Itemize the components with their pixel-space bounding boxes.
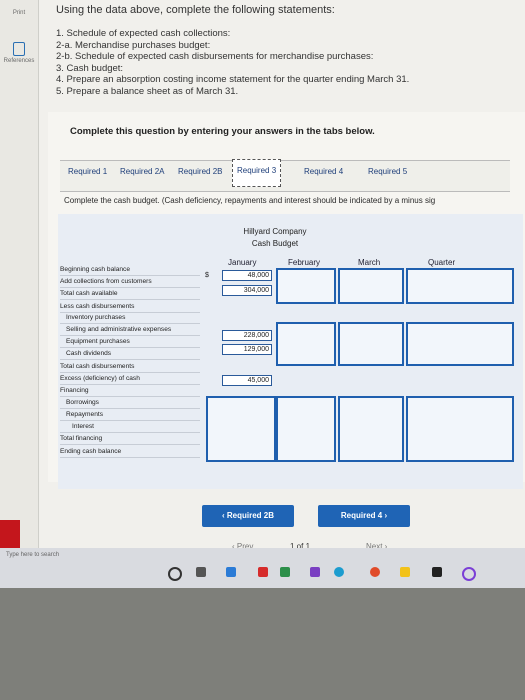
feb-disbursement-cells[interactable] — [276, 322, 336, 366]
tab-bar: Required 1 Required 2A Required 2B Requi… — [60, 159, 510, 192]
app-icon[interactable] — [310, 567, 320, 577]
jan-dividends-cell[interactable]: 45,000 — [222, 375, 272, 386]
row-label: Total cash disbursements — [60, 362, 200, 373]
list-item: 5. Prepare a balance sheet as of March 3… — [56, 85, 239, 97]
references-button[interactable]: References — [0, 42, 38, 64]
taskbar-search[interactable]: Type here to search — [0, 548, 160, 568]
row-label: Beginning cash balance — [60, 265, 200, 276]
row-label: Excess (deficiency) of cash — [60, 374, 200, 385]
tab-required-4[interactable]: Required 4 — [304, 167, 343, 176]
jan-collections-cell[interactable]: 304,000 — [222, 285, 272, 296]
list-item: 3. Cash budget: — [56, 62, 124, 74]
instruction-text: Complete the cash budget. (Cash deficien… — [64, 196, 436, 205]
store-icon[interactable] — [280, 567, 290, 577]
col-march: March — [358, 258, 381, 267]
tab-required-1[interactable]: Required 1 — [68, 167, 107, 176]
intro-title: Using the data above, complete the follo… — [56, 4, 335, 16]
references-label: References — [3, 58, 35, 64]
feb-financing-cells[interactable] — [276, 396, 336, 462]
row-label: Total cash available — [60, 289, 200, 300]
col-january: January — [228, 258, 257, 267]
next-required-button[interactable]: Required 4 › — [318, 505, 410, 527]
jan-beginning-cell[interactable]: 48,000 — [222, 270, 272, 281]
list-item: 1. Schedule of expected cash collections… — [56, 28, 231, 39]
tab-required-2b[interactable]: Required 2B — [178, 167, 222, 176]
list-item: 4. Prepare an absorption costing income … — [56, 74, 410, 85]
app-icon[interactable] — [462, 567, 476, 581]
mar-financing-cells[interactable] — [338, 396, 404, 462]
row-label: Inventory purchases — [60, 313, 200, 324]
quarter-financing-cells[interactable] — [406, 396, 514, 462]
row-label: Interest — [60, 422, 200, 433]
jan-selling-cell[interactable]: 129,000 — [222, 344, 272, 355]
budget-title: Cash Budget — [251, 239, 299, 248]
tab-required-3[interactable]: Required 3 — [232, 159, 282, 187]
list-item: 2-b. Schedule of expected cash disbursem… — [56, 51, 374, 62]
row-label: Equipment purchases — [60, 337, 200, 348]
question-heading: Complete this question by entering your … — [70, 126, 375, 137]
left-sidebar: Print References — [0, 0, 39, 588]
task-view-icon[interactable] — [196, 567, 206, 577]
edge-icon[interactable] — [334, 567, 344, 577]
prev-required-button[interactable]: ‹ Required 2B — [202, 505, 294, 527]
chrome-icon[interactable] — [370, 567, 380, 577]
mar-entry-cells[interactable] — [338, 268, 404, 304]
laptop-keyboard-area — [0, 588, 525, 700]
company-header: Hillyard Company Cash Budget — [215, 226, 335, 250]
row-label: Repayments — [60, 410, 200, 421]
row-label: Total financing — [60, 434, 200, 445]
company-name: Hillyard Company — [243, 227, 307, 236]
cortana-icon[interactable] — [168, 567, 182, 581]
folder-icon[interactable] — [400, 567, 410, 577]
jan-inventory-cell[interactable]: 228,000 — [222, 330, 272, 341]
row-label: Add collections from customers — [60, 277, 200, 288]
tab-required-2a[interactable]: Required 2A — [120, 167, 164, 176]
row-label: Ending cash balance — [60, 447, 200, 458]
quarter-disbursement-cells[interactable] — [406, 322, 514, 366]
quarter-entry-cells[interactable] — [406, 268, 514, 304]
row-label: Borrowings — [60, 398, 200, 409]
browser-screen: Print References Using the data above, c… — [0, 0, 525, 588]
row-label: Financing — [60, 386, 200, 397]
app-icon[interactable] — [258, 567, 268, 577]
row-label: Cash dividends — [60, 349, 200, 360]
row-label: Less cash disbursements — [60, 302, 200, 313]
col-quarter: Quarter — [428, 258, 456, 267]
book-icon — [13, 42, 25, 56]
col-february: February — [288, 258, 321, 267]
print-button[interactable]: Print — [0, 10, 38, 16]
requirements-list: 1. Schedule of expected cash collections… — [56, 28, 409, 97]
print-label: Print — [12, 10, 26, 16]
mar-disbursement-cells[interactable] — [338, 322, 404, 366]
feb-entry-cells[interactable] — [276, 268, 336, 304]
mcgraw-hill-logo — [0, 520, 20, 548]
jan-financing-cells[interactable] — [206, 396, 276, 462]
row-label: Selling and administrative expenses — [60, 325, 200, 336]
list-item: 2-a. Merchandise purchases budget: — [56, 39, 211, 51]
terminal-icon[interactable] — [432, 567, 442, 577]
edge-icon[interactable] — [226, 567, 236, 577]
tab-required-5[interactable]: Required 5 — [368, 167, 407, 176]
dollar-sign: $ — [205, 272, 209, 279]
